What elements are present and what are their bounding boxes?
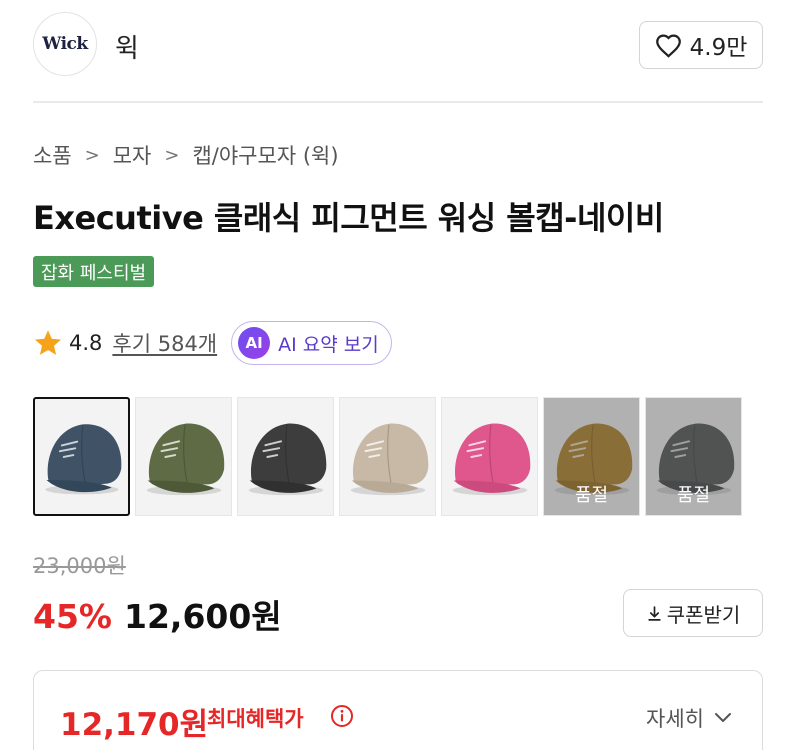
star-icon bbox=[35, 330, 61, 355]
cap-image bbox=[45, 424, 122, 495]
sold-out-label: 품절 bbox=[676, 485, 711, 506]
rating-row: 4.8 후기 584개 AI AI 요약 보기 bbox=[33, 320, 392, 366]
color-thumbnail[interactable] bbox=[339, 397, 436, 516]
breadcrumb-item[interactable]: 소품 bbox=[33, 140, 72, 170]
chevron-right-icon: > bbox=[84, 144, 100, 166]
brand-header: Wick 윅 4.9만 bbox=[33, 12, 763, 78]
color-thumbnail[interactable] bbox=[135, 397, 232, 516]
max-benefit-box: 12,170원 최대혜택가 자세히 bbox=[33, 670, 763, 750]
detail-toggle[interactable]: 자세히 bbox=[646, 703, 732, 733]
like-count: 4.9만 bbox=[689, 35, 748, 61]
brand-logo[interactable]: Wick bbox=[33, 12, 97, 76]
header-divider bbox=[33, 101, 763, 103]
color-thumbnail[interactable]: 품절 bbox=[543, 397, 640, 516]
info-icon[interactable] bbox=[330, 704, 354, 728]
ai-summary-button[interactable]: AI AI 요약 보기 bbox=[231, 321, 392, 365]
cap-image bbox=[452, 423, 531, 496]
brand-name[interactable]: 윅 bbox=[115, 28, 139, 65]
heart-outline-icon bbox=[655, 33, 681, 58]
download-icon bbox=[648, 605, 661, 621]
like-button[interactable]: 4.9만 bbox=[639, 21, 763, 69]
breadcrumb-item[interactable]: 모자 bbox=[113, 140, 152, 170]
color-thumbnail[interactable]: 품절 bbox=[645, 397, 742, 516]
max-benefit-price: 12,170원 bbox=[60, 707, 209, 743]
max-benefit-label: 최대혜택가 bbox=[207, 707, 304, 731]
breadcrumb-item[interactable]: 캡/야구모자 (윅) bbox=[192, 140, 338, 170]
chevron-down-icon bbox=[715, 713, 731, 722]
rating-value: 4.8 bbox=[69, 331, 103, 355]
price-row: 45% 12,600원 bbox=[33, 590, 282, 638]
color-thumbnails: 품절 품절 bbox=[33, 397, 743, 517]
breadcrumb: 소품 > 모자 > 캡/야구모자 (윅) bbox=[33, 140, 339, 170]
product-title: Executive 클래식 피그먼트 워싱 볼캡-네이비 bbox=[33, 199, 664, 237]
ai-summary-label: AI 요약 보기 bbox=[278, 333, 379, 356]
color-thumbnail[interactable] bbox=[33, 397, 130, 516]
cap-image bbox=[248, 423, 327, 496]
original-price: 23,000원 bbox=[33, 554, 126, 578]
sale-price: 12,600원 bbox=[124, 597, 282, 636]
brand-logo-text: Wick bbox=[42, 34, 88, 54]
coupon-button-label: 쿠폰받기 bbox=[666, 602, 741, 627]
cap-image bbox=[350, 423, 429, 496]
color-thumbnail[interactable] bbox=[237, 397, 334, 516]
detail-label: 자세히 bbox=[646, 707, 704, 731]
ai-icon: AI bbox=[238, 327, 271, 359]
cap-image bbox=[146, 423, 225, 496]
color-thumbnail[interactable] bbox=[441, 397, 538, 516]
chevron-right-icon: > bbox=[164, 144, 180, 166]
review-count-link[interactable]: 후기 584개 bbox=[112, 328, 217, 358]
event-badge[interactable]: 잡화 페스티벌 bbox=[33, 256, 155, 287]
discount-rate: 45% bbox=[33, 597, 112, 636]
sold-out-label: 품절 bbox=[574, 485, 609, 506]
coupon-button[interactable]: 쿠폰받기 bbox=[623, 589, 763, 637]
